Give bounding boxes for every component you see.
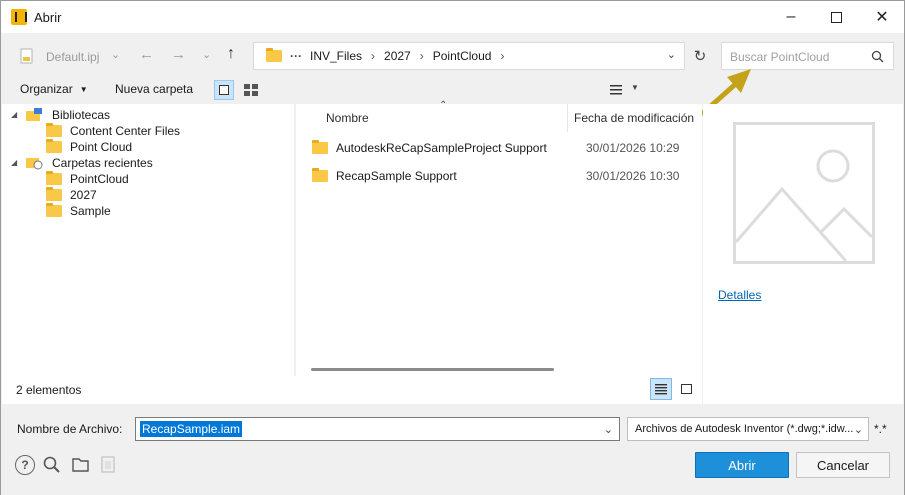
tree-item-sample[interactable]: Sample <box>46 203 111 219</box>
navigation-pane: ◢ Bibliotecas Content Center Files Point… <box>2 104 294 404</box>
search-icon[interactable] <box>871 50 884 63</box>
minimize-icon[interactable]: – <box>770 1 812 33</box>
file-row[interactable]: AutodeskReCapSampleProject Support 30/01… <box>312 137 702 159</box>
tree-item-label: Sample <box>70 204 111 218</box>
address-bar[interactable]: ··· INV_Files › 2027 › PointCloud › ⌄ <box>253 42 685 70</box>
column-divider[interactable] <box>567 104 568 132</box>
collapse-chevron-icon[interactable]: ◢ <box>11 110 17 119</box>
breadcrumb-item[interactable]: INV_Files <box>310 49 362 63</box>
folder-options-icon[interactable] <box>72 457 90 473</box>
cancel-button[interactable]: Cancelar <box>796 452 890 478</box>
view-options-caret-icon[interactable]: ▼ <box>631 83 639 92</box>
tree-item-point-cloud[interactable]: Point Cloud <box>46 139 132 155</box>
details-link[interactable]: Detalles <box>718 288 761 302</box>
forward-arrow-icon[interactable]: → <box>171 46 186 63</box>
tree-item-label: Point Cloud <box>70 140 133 154</box>
file-date: 30/01/2026 10:30 <box>586 169 680 183</box>
item-count: 2 elementos <box>16 383 82 397</box>
tree-item-label: Carpetas recientes <box>52 156 153 170</box>
column-header-name[interactable]: Nombre <box>326 104 369 132</box>
project-icon <box>101 456 115 473</box>
folder-icon <box>312 168 328 182</box>
tree-item-label: Bibliotecas <box>52 108 111 122</box>
project-file-dropdown[interactable]: Default.ipj <box>46 50 99 64</box>
libraries-icon <box>26 108 42 121</box>
tree-item-label: 2027 <box>70 188 97 202</box>
details-view-icon[interactable] <box>650 378 672 400</box>
file-row[interactable]: RecapSample Support 30/01/2026 10:30 <box>312 165 702 187</box>
up-arrow-icon[interactable]: ↑ <box>227 45 235 63</box>
tree-item-recent-folders[interactable]: Carpetas recientes <box>26 155 153 171</box>
filename-history-chevron-icon[interactable]: ⌄ <box>604 423 613 436</box>
folder-icon <box>46 171 62 185</box>
tree-item-2027[interactable]: 2027 <box>46 187 97 203</box>
dialog-footer: Nombre de Archivo: RecapSample.iam ⌄ Arc… <box>1 404 904 495</box>
file-name: AutodeskReCapSampleProject Support <box>336 141 547 155</box>
new-folder-button[interactable]: Nueva carpeta <box>115 82 193 96</box>
preview-pane: Detalles <box>703 104 903 404</box>
title-bar: Abrir – ✕ <box>1 1 904 33</box>
overflow-dots-icon[interactable]: ··· <box>290 49 302 63</box>
open-button[interactable]: Abrir <box>695 452 789 478</box>
breadcrumb-separator-icon: › <box>419 49 424 63</box>
folder-icon <box>312 140 328 154</box>
file-list: ⌃ Nombre Fecha de modificación AutodeskR… <box>296 100 702 379</box>
organize-label: Organizar <box>20 82 73 96</box>
sort-ascending-icon: ⌃ <box>439 100 448 111</box>
address-history-chevron-icon[interactable]: ⌄ <box>667 48 676 61</box>
tree-item-label: PointCloud <box>70 172 129 186</box>
folder-icon <box>266 48 282 62</box>
tree-item-pointcloud[interactable]: PointCloud <box>46 171 129 187</box>
file-date: 30/01/2026 10:29 <box>586 141 680 155</box>
close-icon[interactable]: ✕ <box>861 1 903 33</box>
back-arrow-icon[interactable]: ← <box>139 46 154 63</box>
thumbnail-view-toggle-icon[interactable] <box>241 80 261 100</box>
help-icon[interactable]: ? <box>15 455 35 475</box>
folder-icon <box>46 139 62 153</box>
maximize-icon[interactable] <box>815 1 857 33</box>
search-input[interactable]: Buscar PointCloud <box>730 50 829 64</box>
find-icon[interactable] <box>43 456 61 474</box>
recent-locations-chevron-icon[interactable]: ⌄ <box>202 48 211 61</box>
file-type-select[interactable]: Archivos de Autodesk Inventor (*.dwg;*.i… <box>627 417 869 441</box>
file-type-value: Archivos de Autodesk Inventor (*.dwg;*.i… <box>635 423 854 435</box>
chevron-down-icon[interactable]: ⌄ <box>111 48 120 61</box>
breadcrumb-separator-icon: › <box>371 49 376 63</box>
collapse-chevron-icon[interactable]: ◢ <box>11 158 17 167</box>
list-view-toggle-icon[interactable] <box>214 80 234 100</box>
organize-button[interactable]: Organizar ▼ <box>20 82 88 96</box>
filename-input[interactable]: RecapSample.iam ⌄ <box>135 417 620 441</box>
large-icons-view-icon[interactable] <box>677 380 695 398</box>
column-header-date[interactable]: Fecha de modificación <box>574 104 694 132</box>
filter-suffix: *.* <box>874 422 887 436</box>
open-dialog: Abrir – ✕ Default.ipj ⌄ ← → ⌄ ↑ ··· INV_… <box>0 0 905 495</box>
horizontal-scrollbar[interactable] <box>311 368 554 371</box>
breadcrumb-separator-icon: › <box>500 49 505 63</box>
image-placeholder-icon <box>733 122 875 264</box>
breadcrumb-item[interactable]: 2027 <box>384 49 411 63</box>
window-title: Abrir <box>34 10 62 25</box>
tree-item-content-center-files[interactable]: Content Center Files <box>46 123 180 139</box>
file-name: RecapSample Support <box>336 169 457 183</box>
file-type-chevron-icon: ⌄ <box>853 424 863 436</box>
dropdown-caret-icon: ▼ <box>79 84 88 94</box>
tree-item-label: Content Center Files <box>70 124 181 138</box>
filename-label: Nombre de Archivo: <box>17 422 123 436</box>
status-bar: 2 elementos <box>2 376 702 404</box>
breadcrumb-item[interactable]: PointCloud <box>433 49 492 63</box>
inventor-app-icon <box>11 9 27 25</box>
recent-folders-icon <box>26 158 43 170</box>
command-toolbar: Organizar ▼ Nueva carpeta ▼ <box>1 77 904 103</box>
view-options-icon[interactable] <box>607 81 625 99</box>
folder-icon <box>46 187 62 201</box>
folder-icon <box>46 123 62 137</box>
tree-item-libraries[interactable]: Bibliotecas <box>26 107 110 123</box>
folder-icon <box>46 203 62 217</box>
filename-value[interactable]: RecapSample.iam <box>140 421 243 437</box>
project-file-icon <box>19 48 35 64</box>
